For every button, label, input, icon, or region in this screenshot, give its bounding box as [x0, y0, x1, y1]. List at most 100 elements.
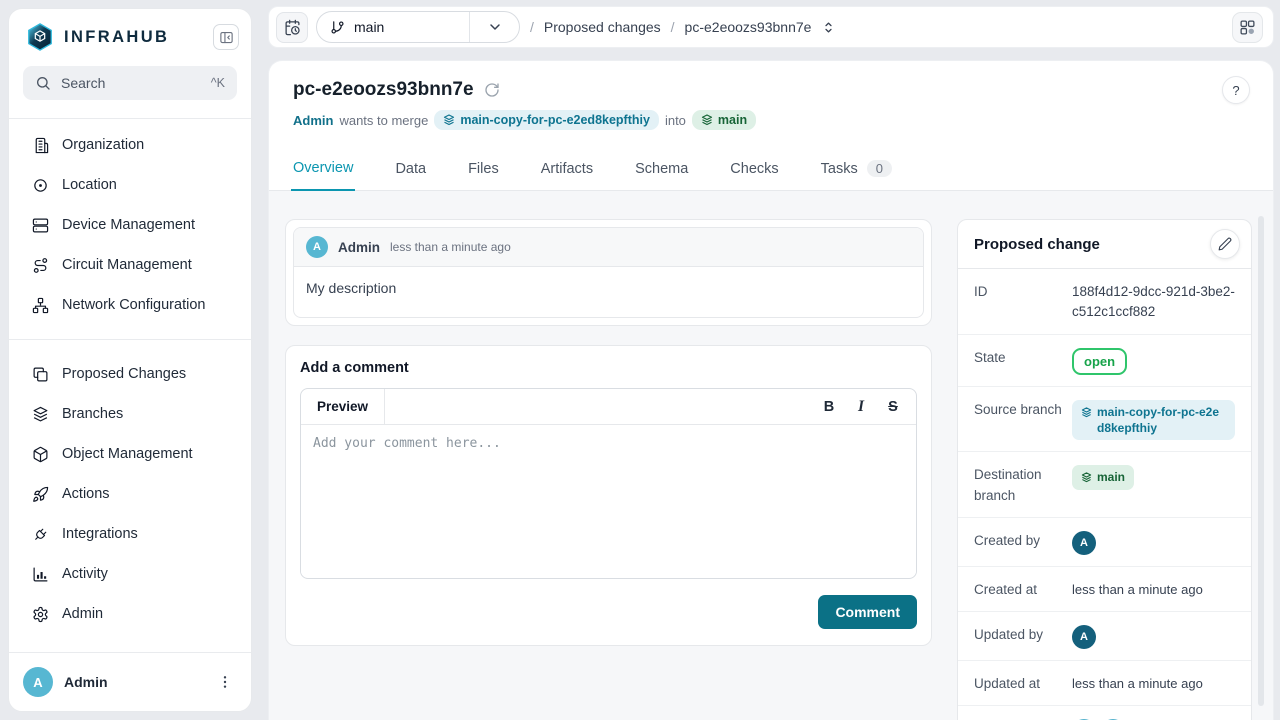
row-label: Created at — [974, 578, 1072, 600]
tab-overview[interactable]: Overview — [291, 147, 355, 191]
layers-icon — [31, 405, 49, 423]
infrahub-logo[interactable]: INFRAHUB — [25, 22, 205, 52]
italic-button[interactable]: I — [848, 394, 874, 420]
sidebar-item-label: Branches — [62, 406, 123, 422]
tab-data[interactable]: Data — [393, 147, 428, 190]
sidebar-collapse-button[interactable] — [213, 24, 239, 50]
tab-tasks-badge: 0 — [867, 160, 892, 177]
id-value: 188f4d12-9dcc-921d-3be2-c512c1ccf882 — [1072, 280, 1235, 323]
branch-selector-dropdown[interactable] — [470, 12, 519, 42]
tab-schema[interactable]: Schema — [633, 147, 690, 190]
strikethrough-button[interactable]: S — [880, 394, 906, 420]
sidebar-item-label: Network Configuration — [62, 297, 205, 313]
sidebar-item-organization[interactable]: Organization — [17, 125, 243, 165]
created-at-value: less than a minute ago — [1072, 578, 1235, 600]
sidebar-item-admin[interactable]: Admin — [17, 594, 243, 634]
git-branch-icon — [330, 20, 345, 35]
user-name: Admin — [64, 674, 202, 690]
source-branch-name: main-copy-for-pc-e2ed8kepfthiy — [460, 113, 650, 127]
form-actions: Comment — [300, 595, 917, 629]
scrollbar-thumb[interactable] — [1258, 216, 1264, 706]
breadcrumb-separator: / — [528, 19, 536, 35]
chevrons-up-down-icon[interactable] — [821, 20, 836, 35]
help-button[interactable]: ? — [1222, 76, 1250, 104]
date-picker-button[interactable] — [276, 12, 308, 43]
route-icon — [31, 256, 49, 274]
sidebar-item-branches[interactable]: Branches — [17, 394, 243, 434]
sidebar-item-location[interactable]: Location — [17, 165, 243, 205]
source-branch-pill[interactable]: main-copy-for-pc-e2ed8kepfthiy — [1072, 400, 1235, 440]
sidebar-item-proposed-changes[interactable]: Proposed Changes — [17, 354, 243, 394]
layers-icon — [701, 114, 713, 126]
server-icon — [31, 216, 49, 234]
box-icon — [31, 445, 49, 463]
into-text: into — [665, 113, 686, 128]
panel-row-updated-by: Updated by A — [958, 612, 1251, 661]
user-menu-button[interactable] — [213, 670, 237, 694]
created-by-avatar[interactable]: A — [1072, 531, 1096, 555]
branch-selector[interactable]: main — [316, 11, 520, 43]
sidebar-nav-group-2: Proposed Changes Branches Object Managem… — [9, 354, 251, 634]
tab-tasks[interactable]: Tasks 0 — [819, 147, 894, 190]
network-icon — [31, 296, 49, 314]
refresh-button[interactable] — [484, 82, 500, 98]
bold-button[interactable]: B — [816, 394, 842, 420]
user-avatar[interactable]: A — [23, 667, 53, 697]
edit-button[interactable] — [1210, 229, 1240, 259]
panel-row-created-by: Created by A — [958, 518, 1251, 567]
layers-icon — [1081, 404, 1092, 418]
comment-submit-button[interactable]: Comment — [818, 595, 917, 629]
preview-tab[interactable]: Preview — [301, 389, 385, 424]
sidebar-item-label: Integrations — [62, 526, 138, 542]
tab-checks[interactable]: Checks — [728, 147, 780, 190]
page-header: pc-e2eoozs93bnn7e ? Admin wants to merge — [269, 61, 1273, 130]
tab-files[interactable]: Files — [466, 147, 501, 190]
destination-branch-name: main — [1097, 469, 1125, 485]
search-input[interactable]: Search ^K — [23, 66, 237, 100]
sidebar-item-device-management[interactable]: Device Management — [17, 205, 243, 245]
sidebar-header: INFRAHUB — [9, 9, 251, 56]
add-comment-card: Add a comment Preview B I S Comment — [285, 345, 932, 646]
breadcrumb-separator: / — [669, 19, 677, 35]
merge-text: wants to merge — [339, 113, 428, 128]
row-label: State — [974, 346, 1072, 368]
sidebar-item-network-configuration[interactable]: Network Configuration — [17, 285, 243, 325]
comment-avatar[interactable]: A — [306, 236, 328, 258]
target-branch-pill[interactable]: main — [692, 110, 756, 130]
author-link[interactable]: Admin — [293, 113, 333, 128]
sidebar-spacer — [9, 634, 251, 652]
refresh-icon — [484, 82, 500, 98]
kebab-icon — [217, 674, 233, 690]
chevron-down-icon — [487, 19, 503, 35]
sidebar-item-actions[interactable]: Actions — [17, 474, 243, 514]
row-label: Destination branch — [974, 463, 1072, 506]
comment-textarea[interactable] — [301, 425, 916, 575]
page-title: pc-e2eoozs93bnn7e — [293, 79, 474, 101]
sidebar-item-activity[interactable]: Activity — [17, 554, 243, 594]
tab-artifacts[interactable]: Artifacts — [539, 147, 595, 190]
sidebar-item-integrations[interactable]: Integrations — [17, 514, 243, 554]
gear-icon — [31, 605, 49, 623]
merge-summary: Admin wants to merge main-copy-for-pc-e2… — [293, 110, 1249, 130]
sidebar-user: A Admin — [9, 652, 251, 711]
breadcrumb-current-item[interactable]: pc-e2eoozs93bnn7e — [685, 19, 812, 35]
source-branch-pill[interactable]: main-copy-for-pc-e2ed8kepfthiy — [434, 110, 659, 130]
workflow-apps-button[interactable] — [1232, 12, 1263, 43]
search-shortcut: ^K — [211, 76, 225, 90]
topbar: main / Proposed changes / pc-e2eoozs93bn… — [268, 6, 1274, 48]
sidebar-item-object-management[interactable]: Object Management — [17, 434, 243, 474]
panel-row-id: ID 188f4d12-9dcc-921d-3be2-c512c1ccf882 — [958, 269, 1251, 335]
location-icon — [31, 176, 49, 194]
sidebar-item-label: Activity — [62, 566, 108, 582]
breadcrumb-proposed-changes[interactable]: Proposed changes — [544, 19, 661, 35]
updated-by-avatar[interactable]: A — [1072, 625, 1096, 649]
destination-branch-pill[interactable]: main — [1072, 465, 1134, 489]
comment-author: Admin — [338, 240, 380, 255]
panel-header: Proposed change — [958, 220, 1251, 269]
comment-timestamp: less than a minute ago — [390, 240, 511, 254]
panel-row-destination-branch: Destination branch main — [958, 452, 1251, 518]
sidebar-divider — [9, 339, 251, 340]
sidebar-item-label: Organization — [62, 137, 144, 153]
calendar-clock-icon — [284, 19, 301, 36]
sidebar-item-circuit-management[interactable]: Circuit Management — [17, 245, 243, 285]
